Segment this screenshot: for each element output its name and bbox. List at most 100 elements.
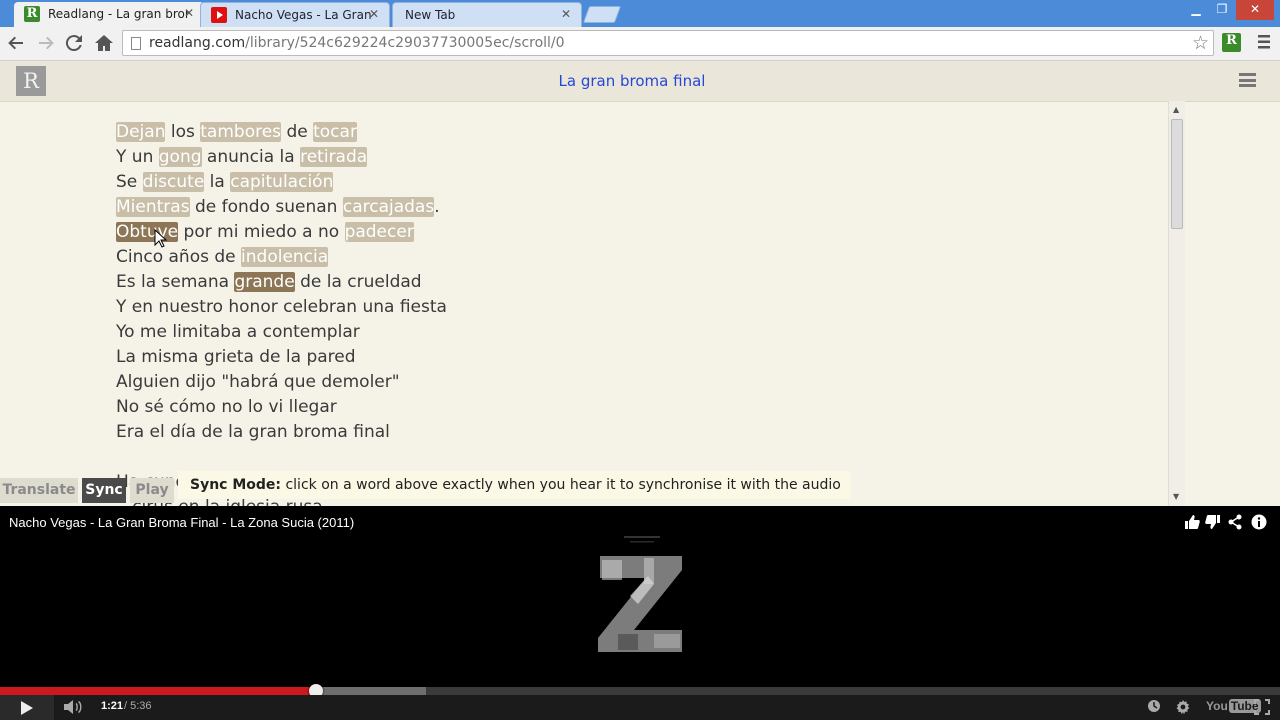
info-icon[interactable] (1251, 514, 1267, 530)
forward-icon[interactable] (34, 31, 58, 55)
close-window-icon[interactable]: ✕ (1236, 0, 1274, 20)
text-segment[interactable]: Alguien dijo "habrá que demoler" (116, 372, 400, 392)
tab-close-icon[interactable]: ✕ (561, 7, 571, 21)
lyrics-text: Dejan los tambores de tocar Y un gong anu… (116, 120, 447, 506)
text-segment[interactable]: Era el día de la gran broma final (116, 422, 390, 442)
scroll-down-icon[interactable]: ▼ (1173, 492, 1179, 501)
translated-word[interactable]: Obtuve (116, 222, 179, 242)
text-segment[interactable]: de fondo suenan (190, 197, 343, 217)
page-icon (131, 37, 141, 50)
text-segment[interactable]: la (204, 172, 230, 192)
video-title[interactable]: Nacho Vegas - La Gran Broma Final - La Z… (9, 515, 354, 530)
sync-mode-button[interactable]: Sync (82, 478, 126, 503)
lyric-line: Yo me limitaba a contemplar (116, 320, 447, 345)
translated-word[interactable]: tambores (200, 122, 282, 142)
translated-word[interactable]: tocar (313, 122, 357, 142)
duration: / 5:36 (124, 700, 152, 712)
lyric-line: Es la semana grande de la crueldad (116, 270, 447, 295)
tab-readlang[interactable]: R Readlang - La gran broma ✕ (14, 2, 204, 27)
translated-word[interactable]: discute (142, 172, 205, 192)
text-segment[interactable]: por mi miedo a no (178, 222, 344, 242)
restore-icon[interactable]: ❐ (1210, 0, 1234, 20)
page-title: La gran broma final (558, 72, 706, 90)
translated-word[interactable]: grande (234, 272, 295, 292)
share-icon[interactable] (1227, 514, 1243, 530)
translated-word[interactable]: retirada (300, 147, 368, 167)
lyric-line: Alguien dijo "habrá que demoler" (116, 370, 447, 395)
play-button[interactable] (0, 695, 54, 720)
lyric-line: No sé cómo no lo vi llegar (116, 395, 447, 420)
text-segment[interactable]: No sé cómo no lo vi llegar (116, 397, 337, 417)
lyric-line: Era el día de la gran broma final (116, 420, 447, 445)
browser-toolbar: readlang.com/library/524c629224c29037730… (0, 27, 1280, 61)
scroll-up-icon[interactable]: ▲ (1173, 105, 1179, 114)
tab-close-icon[interactable]: ✕ (369, 7, 379, 21)
text-segment[interactable]: La misma grieta de la pared (116, 347, 356, 367)
text-segment[interactable]: Y un (116, 147, 159, 167)
youtube-player[interactable]: Nacho Vegas - La Gran Broma Final - La Z… (0, 506, 1280, 720)
chrome-menu-icon[interactable] (1256, 32, 1272, 52)
tab-title: Readlang - La gran broma (48, 7, 188, 21)
lyric-line (116, 445, 447, 470)
volume-icon[interactable] (62, 699, 84, 715)
minimize-icon[interactable]: ▁ (1184, 0, 1208, 20)
text-segment[interactable]: Se (116, 172, 143, 192)
lyric-line: Se discute la capitulación (116, 170, 447, 195)
lyric-line: La misma grieta de la pared (116, 345, 447, 370)
readlang-r-icon: R (24, 6, 40, 22)
address-url[interactable]: readlang.com/library/524c629224c29037730… (149, 35, 565, 51)
dislike-icon[interactable] (1205, 514, 1221, 530)
new-tab-button[interactable] (582, 6, 622, 23)
tab-youtube[interactable]: Nacho Vegas - La Gran Br ✕ (200, 2, 390, 27)
text-segment[interactable]: de la crueldad (295, 272, 422, 292)
lyric-line: Y en nuestro honor celebran una fiesta (116, 295, 447, 320)
readlang-header: R La gran broma final (0, 61, 1280, 102)
translate-mode-button[interactable]: Translate (0, 478, 78, 503)
readlang-extension-icon[interactable]: R (1222, 33, 1241, 52)
address-bar[interactable]: readlang.com/library/524c629224c29037730… (122, 30, 1214, 56)
translated-word[interactable]: capitulación (230, 172, 334, 192)
bookmark-star-icon[interactable]: ☆ (1192, 32, 1209, 54)
text-segment[interactable]: Yo me limitaba a contemplar (116, 322, 360, 342)
sync-mode-message: Sync Mode: click on a word above exactly… (178, 471, 851, 499)
text-segment[interactable]: Es la semana (116, 272, 234, 292)
settings-gear-icon[interactable] (1174, 699, 1192, 715)
youtube-icon (211, 7, 227, 23)
scrollbar-thumb[interactable] (1171, 119, 1183, 229)
text-segment[interactable]: anuncia la (202, 147, 301, 167)
player-controls: 1:21 / 5:36 You Tube (0, 695, 1280, 720)
current-time: 1:21 (101, 700, 124, 712)
lyric-line: Y un gong anuncia la retirada (116, 145, 447, 170)
video-progress-bar[interactable] (0, 684, 1280, 698)
album-cover-image (598, 536, 682, 652)
watch-later-icon[interactable] (1146, 699, 1162, 715)
scrollbar[interactable]: ▲ ▼ (1168, 101, 1185, 506)
reload-icon[interactable] (62, 31, 86, 55)
tab-title: Nacho Vegas - La Gran Br (235, 8, 375, 22)
translated-word[interactable]: Dejan (116, 122, 166, 142)
text-segment[interactable]: de (281, 122, 313, 142)
tab-close-icon[interactable]: ✕ (184, 6, 194, 20)
translated-word[interactable]: padecer (344, 222, 414, 242)
mouse-cursor-icon (154, 229, 168, 248)
text-segment[interactable]: los (165, 122, 200, 142)
like-icon[interactable] (1184, 514, 1200, 530)
hamburger-menu-icon[interactable] (1239, 73, 1256, 87)
text-segment[interactable]: . (434, 197, 439, 217)
translated-word[interactable]: carcajadas (342, 197, 435, 217)
tab-new-tab[interactable]: New Tab ✕ (392, 2, 582, 27)
progress-played (0, 687, 317, 695)
fullscreen-icon[interactable] (1252, 699, 1272, 715)
text-segment[interactable]: Y en nuestro honor celebran una fiesta (116, 297, 447, 317)
translated-word[interactable]: indolencia (241, 247, 329, 267)
translated-word[interactable]: Mientras (116, 197, 190, 217)
play-mode-button[interactable]: Play (130, 478, 174, 503)
home-icon[interactable] (92, 31, 116, 55)
tab-title: New Tab (405, 8, 456, 22)
browser-tab-strip: R Readlang - La gran broma ✕ Nacho Vegas… (0, 0, 1280, 27)
text-segment[interactable]: Cinco años de (116, 247, 241, 267)
translated-word[interactable]: gong (158, 147, 202, 167)
lyric-line: Mientras de fondo suenan carcajadas. (116, 195, 447, 220)
back-icon[interactable] (4, 31, 28, 55)
reading-text-area: Dejan los tambores de tocar Y un gong anu… (0, 101, 1168, 506)
